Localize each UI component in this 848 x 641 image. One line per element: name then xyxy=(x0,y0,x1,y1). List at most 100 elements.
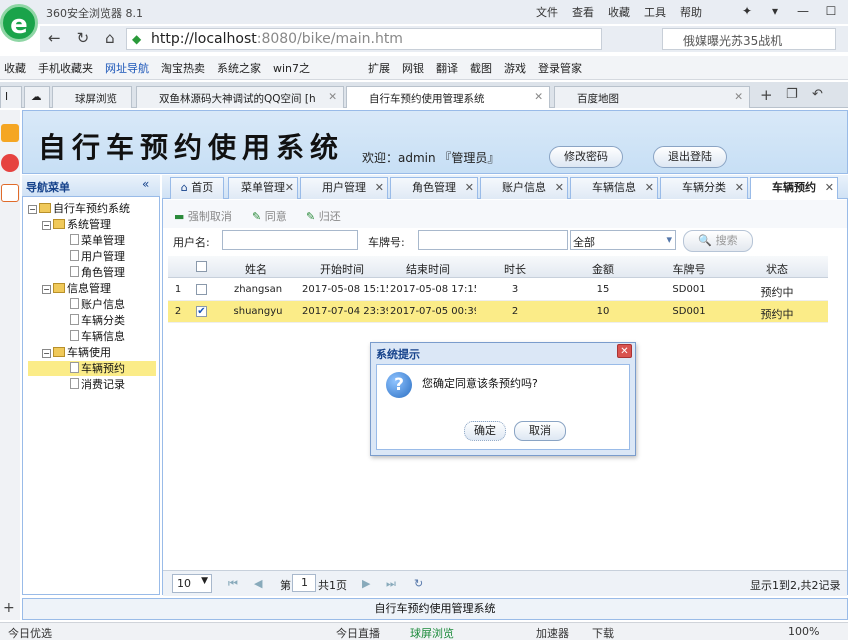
close-tab-icon[interactable]: ✕ xyxy=(735,178,744,198)
search-button[interactable]: 🔍 搜索 xyxy=(683,230,753,252)
dialog-ok-button[interactable]: 确定 xyxy=(464,421,506,441)
close-tab-icon[interactable]: ✕ xyxy=(534,91,543,103)
menu-tools[interactable]: 工具 xyxy=(644,4,666,20)
browser-search-input[interactable]: 俄媒曝光苏35战机 xyxy=(662,28,836,50)
tree-item-role-manage[interactable]: 角色管理 xyxy=(70,265,125,280)
browser-tab[interactable]: I xyxy=(0,86,22,108)
toolbar-translate[interactable]: 翻译 xyxy=(436,60,458,79)
back-icon[interactable]: ← xyxy=(48,29,61,47)
tab-account-info[interactable]: 账户信息 ✕ xyxy=(480,177,568,199)
browser-tab[interactable]: 百度地图 ✕ xyxy=(554,86,750,108)
browser-tab-active[interactable]: 自行车预约使用管理系统 ✕ xyxy=(346,86,550,108)
tree-item-menu-manage[interactable]: 菜单管理 xyxy=(70,233,125,248)
select-all-checkbox[interactable] xyxy=(196,261,207,272)
menu-help[interactable]: 帮助 xyxy=(680,4,702,20)
collapse-icon[interactable]: − xyxy=(42,349,51,358)
tab-menu-manage[interactable]: 菜单管理 ✕ xyxy=(228,177,298,199)
minimize-button[interactable]: — xyxy=(792,2,814,20)
dialog-cancel-button[interactable]: 取消 xyxy=(514,421,566,441)
first-page-icon[interactable]: ⏮ xyxy=(228,577,238,591)
close-tab-icon[interactable]: ✕ xyxy=(734,91,743,103)
return-button[interactable]: ✎ 归还 xyxy=(306,208,341,224)
next-page-icon[interactable]: ▶ xyxy=(362,577,370,590)
row-checkbox-checked[interactable]: ✔ xyxy=(196,306,207,317)
close-tab-icon[interactable]: ✕ xyxy=(825,178,834,198)
status-live[interactable]: 今日直播 xyxy=(336,625,380,641)
new-tab-icon[interactable]: + xyxy=(760,86,773,104)
browser-tab[interactable]: 球屏浏览 xyxy=(52,86,132,108)
undo-icon[interactable]: ↶ xyxy=(812,87,823,102)
toolbar-games[interactable]: 游戏 xyxy=(504,60,526,79)
bookmark-item[interactable]: 系统之家 xyxy=(217,60,261,79)
tree-group-usage[interactable]: − 车辆使用 xyxy=(42,345,111,360)
url-input[interactable]: http://localhost:8080/bike/main.htm xyxy=(126,28,602,50)
col-start-time[interactable]: 开始时间 xyxy=(300,261,384,277)
bookmark-item[interactable]: 收藏 xyxy=(4,60,26,79)
close-tab-icon[interactable]: ✕ xyxy=(645,178,654,198)
toolbar-login-manager[interactable]: 登录管家 xyxy=(538,60,582,79)
tab-home[interactable]: ⌂ 首页 xyxy=(170,177,224,199)
tree-root[interactable]: − 自行车预约系统 xyxy=(28,201,130,216)
toolbar-bank[interactable]: 网银 xyxy=(402,60,424,79)
close-tab-icon[interactable]: ✕ xyxy=(285,178,294,198)
mail-icon[interactable] xyxy=(1,184,19,202)
menu-file[interactable]: 文件 xyxy=(536,4,558,20)
dropdown-icon[interactable]: ▾ xyxy=(764,2,786,20)
refresh-icon[interactable]: ↻ xyxy=(77,29,90,47)
tree-item-vehicle-category[interactable]: 车辆分类 xyxy=(70,313,125,328)
status-deals[interactable]: 今日优选 xyxy=(8,625,52,641)
tab-vehicle-reservation[interactable]: 车辆预约 ✕ xyxy=(750,177,838,199)
tree-item-consumption-record[interactable]: 消费记录 xyxy=(70,377,125,392)
close-tab-icon[interactable]: ✕ xyxy=(555,178,564,198)
prev-page-icon[interactable]: ◀ xyxy=(254,577,262,590)
toolbar-extensions[interactable]: 扩展 xyxy=(368,60,390,79)
plate-input[interactable] xyxy=(418,230,568,250)
col-plate[interactable]: 车牌号 xyxy=(652,261,726,277)
status-accelerator[interactable]: 加速器 xyxy=(536,625,569,641)
approve-button[interactable]: ✎ 同意 xyxy=(252,208,287,224)
collapse-icon[interactable]: − xyxy=(42,285,51,294)
col-duration[interactable]: 时长 xyxy=(478,261,552,277)
last-page-icon[interactable]: ⏭ xyxy=(386,577,396,591)
change-password-button[interactable]: 修改密码 xyxy=(549,146,623,168)
browser-tab-cloud[interactable]: ☁ xyxy=(24,86,50,108)
tree-item-vehicle-reservation[interactable]: 车辆预约 xyxy=(28,361,156,376)
col-name[interactable]: 姓名 xyxy=(230,261,282,277)
browser-tab[interactable]: 双鱼林源码大神调试的QQ空间 [h ✕ xyxy=(136,86,344,108)
maximize-button[interactable]: ☐ xyxy=(820,2,842,20)
refresh-grid-icon[interactable]: ↻ xyxy=(414,577,423,590)
menu-favorites[interactable]: 收藏 xyxy=(608,4,630,20)
col-end-time[interactable]: 结束时间 xyxy=(386,261,470,277)
tab-role-manage[interactable]: 角色管理 ✕ xyxy=(390,177,478,199)
force-cancel-button[interactable]: ▬ 强制取消 xyxy=(174,208,232,224)
status-zoom[interactable]: 100% xyxy=(788,625,819,638)
tab-vehicle-category[interactable]: 车辆分类 ✕ xyxy=(660,177,748,199)
close-tab-icon[interactable]: ✕ xyxy=(375,178,384,198)
collapse-icon[interactable]: − xyxy=(28,205,37,214)
restore-tab-icon[interactable]: ❐ xyxy=(786,87,798,102)
sidebar-app-icon[interactable] xyxy=(1,124,19,142)
col-status[interactable]: 状态 xyxy=(740,261,814,277)
tab-user-manage[interactable]: 用户管理 ✕ xyxy=(300,177,388,199)
pin-icon[interactable]: ✦ xyxy=(736,2,758,20)
toolbar-screenshot[interactable]: 截图 xyxy=(470,60,492,79)
close-tab-icon[interactable]: ✕ xyxy=(465,178,474,198)
weibo-icon[interactable] xyxy=(1,154,19,172)
tree-group-info[interactable]: − 信息管理 xyxy=(42,281,111,296)
tree-group-system[interactable]: − 系统管理 xyxy=(42,217,111,232)
page-number-input[interactable]: 1 xyxy=(292,574,316,592)
bookmark-item[interactable]: 淘宝热卖 xyxy=(161,60,205,79)
home-icon[interactable]: ⌂ xyxy=(105,29,115,47)
col-amount[interactable]: 金额 xyxy=(566,261,640,277)
close-tab-icon[interactable]: ✕ xyxy=(328,91,337,103)
tree-item-account-info[interactable]: 账户信息 xyxy=(70,297,125,312)
status-ballscreen[interactable]: 球屏浏览 xyxy=(410,625,454,641)
bookmark-item[interactable]: 手机收藏夹 xyxy=(38,60,93,79)
sidebar-add-icon[interactable]: + xyxy=(3,600,15,616)
username-input[interactable] xyxy=(222,230,358,250)
dialog-close-button[interactable]: ✕ xyxy=(617,344,632,358)
collapse-icon[interactable]: − xyxy=(42,221,51,230)
bookmark-item[interactable]: 网址导航 xyxy=(105,60,149,79)
status-download[interactable]: 下载 xyxy=(592,625,614,641)
collapse-nav-icon[interactable]: « xyxy=(142,177,149,191)
